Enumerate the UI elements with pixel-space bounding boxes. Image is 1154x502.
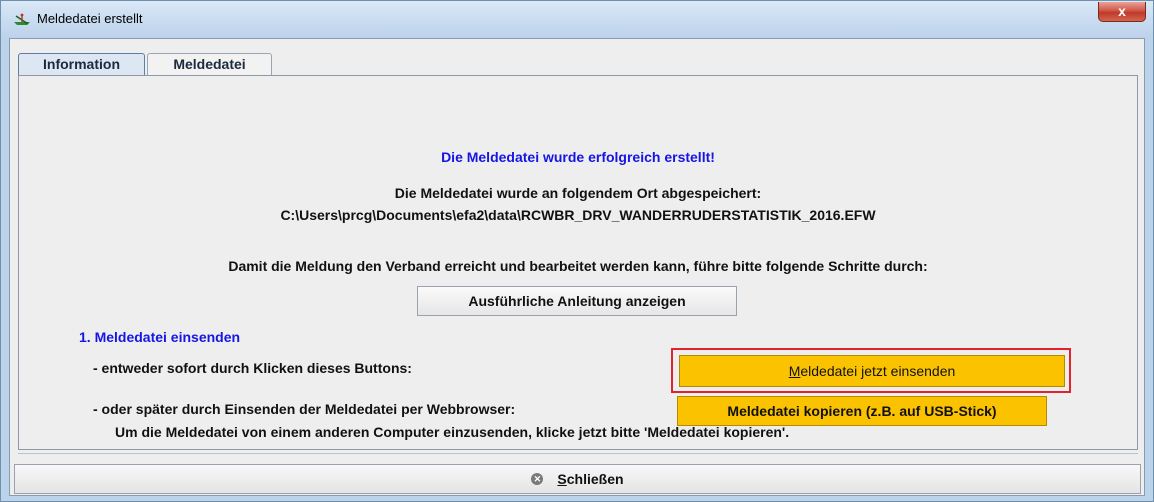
dialog-window: Meldedatei erstellt x Information Melded… [0,0,1154,502]
steps-intro: Damit die Meldung den Verband erreicht u… [228,258,928,274]
footer-separator [18,453,1138,462]
option-send-now-label: - entweder sofort durch Klicken dieses B… [93,360,412,376]
close-dialog-button[interactable]: ✕ Schließen [14,464,1141,494]
send-button-mnemonic: M [788,363,801,379]
close-icon: x [1118,3,1126,19]
close-circle-icon: ✕ [531,473,544,486]
close-button-label: chließen [566,471,624,487]
title-bar[interactable]: Meldedatei erstellt x [1,1,1153,39]
send-button-label: eldedatei jetzt einsenden [800,363,956,379]
success-message: Die Meldedatei wurde erfolgreich erstell… [441,149,715,165]
window-close-button[interactable]: x [1098,2,1146,22]
rowing-boat-icon [14,13,30,25]
tab-meldedatei[interactable]: Meldedatei [147,53,272,75]
other-computer-note: Um die Meldedatei von einem anderen Comp… [115,424,790,440]
close-button-mnemonic: S [557,471,567,487]
dialog-client-area: Information Meldedatei Die Meldedatei wu… [9,38,1145,496]
window-title: Meldedatei erstellt [37,11,143,26]
saved-location-label: Die Meldedatei wurde an folgendem Ort ab… [394,185,762,201]
tab-information[interactable]: Information [18,53,145,75]
step1-heading: 1. Meldedatei einsenden [79,329,241,345]
file-path: C:\Users\prcg\Documents\efa2\data\RCWBR_… [280,207,876,223]
information-panel: Die Meldedatei wurde erfolgreich erstell… [18,75,1138,450]
option-later-label: - oder später durch Einsenden der Melded… [93,401,516,417]
copy-file-button[interactable]: Meldedatei kopieren (z.B. auf USB-Stick) [677,396,1047,426]
send-now-button[interactable]: Meldedatei jetzt einsenden [679,355,1065,387]
show-instructions-button[interactable]: Ausführliche Anleitung anzeigen [417,286,737,316]
